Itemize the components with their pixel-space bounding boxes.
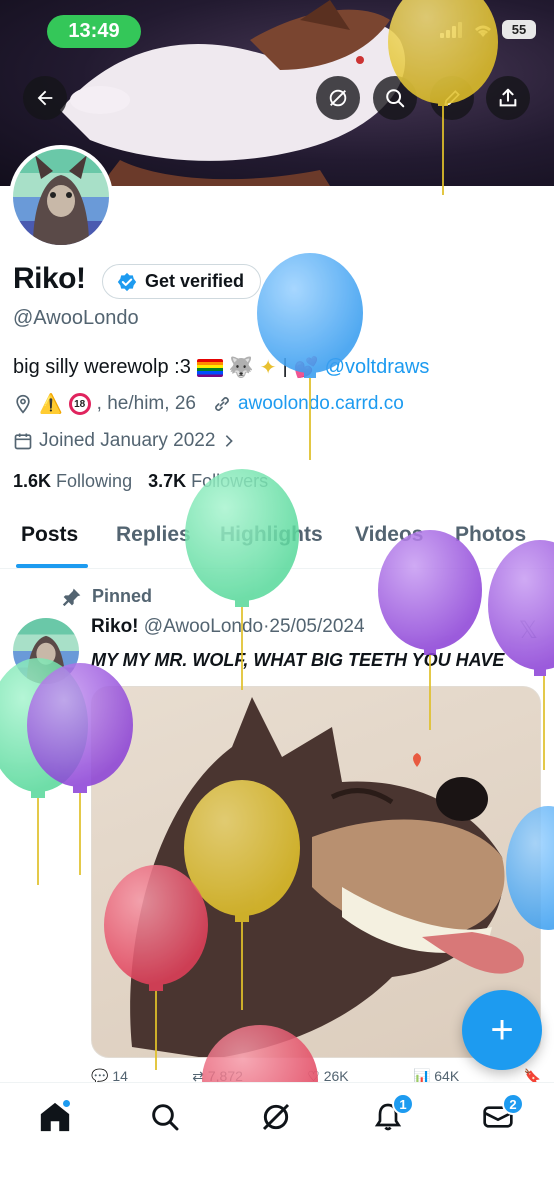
joined-text: Joined January 2022 (39, 430, 216, 451)
search-icon (386, 89, 405, 108)
get-verified-label: Get verified (145, 271, 245, 291)
post-author-handle[interactable]: @AwooLondo (144, 616, 263, 637)
nav-grok[interactable] (254, 1095, 298, 1139)
messages-badge: 2 (502, 1093, 524, 1115)
signal-icon (440, 21, 462, 38)
grok-button[interactable] (316, 76, 360, 120)
website-link[interactable]: awoolondo.carrd.co (238, 393, 404, 415)
tab-photos[interactable]: Photos (455, 515, 526, 569)
sparkles-emoji: ✦ (259, 357, 277, 379)
edit-button[interactable] (430, 76, 474, 120)
nav-messages[interactable]: 2 (476, 1093, 524, 1139)
tab-videos[interactable]: Videos (355, 515, 423, 569)
followers-stat[interactable]: 3.7K Followers (148, 471, 268, 492)
profile-meta: ⚠️ 18 , he/him, 26 awoolondo.carrd.co (13, 392, 404, 416)
post-author-name[interactable]: Riko! (91, 616, 139, 637)
nav-notifications[interactable]: 1 (366, 1093, 414, 1139)
no-under-18-emoji: 18 (68, 393, 91, 415)
post-header: Riko! @AwooLondo·25/05/2024 (91, 616, 365, 637)
verified-badge-icon (117, 272, 137, 291)
get-verified-button[interactable]: Get verified (102, 264, 262, 299)
x-logo-icon: 𝕏 (518, 617, 538, 644)
profile-handle: @AwooLondo (13, 307, 139, 329)
share-icon (499, 88, 517, 107)
status-time: 13:49 (47, 15, 141, 48)
pencil-icon (444, 90, 460, 106)
warning-emoji: ⚠️ (39, 394, 63, 415)
chevron-right-icon (226, 435, 234, 447)
pin-icon (62, 588, 81, 606)
nav-search[interactable] (143, 1095, 187, 1139)
back-button[interactable] (23, 76, 67, 120)
profile-name: Riko! (13, 262, 86, 295)
notifications-badge: 1 (392, 1093, 414, 1115)
follow-stats: 1.6K Following 3.7K Followers (13, 471, 268, 492)
avatar-image (13, 618, 79, 684)
grok-icon (262, 1103, 290, 1131)
pride-flag-emoji (196, 358, 223, 377)
tab-posts[interactable]: Posts (21, 515, 78, 569)
divider-pipe: | (282, 356, 288, 378)
profile-bio: big silly werewolp :3 🐺 ✦ | 💕 @voltdraws (13, 355, 429, 380)
post-text: MY MY MR. WOLF, WHAT BIG TEETH YOU HAVE (91, 650, 505, 670)
arrow-left-icon (37, 90, 53, 106)
location-text: , he/him, 26 (96, 393, 196, 414)
tab-replies[interactable]: Replies (116, 515, 191, 569)
following-stat[interactable]: 1.6K Following (13, 471, 132, 492)
nav-home[interactable] (33, 1095, 77, 1139)
avatar-image (13, 149, 109, 245)
hearts-emoji: 💕 (293, 357, 319, 379)
balloon-green-left (0, 658, 88, 885)
profile-avatar[interactable] (9, 145, 113, 249)
post-author-avatar[interactable] (13, 618, 79, 684)
share-button[interactable] (486, 76, 530, 120)
bio-text: big silly werewolp :3 (13, 356, 191, 378)
tab-highlights[interactable]: Highlights (220, 515, 323, 569)
active-tab-indicator (16, 564, 88, 568)
profile-tabs: Posts Replies Highlights Videos Photos (0, 515, 554, 569)
link-icon (215, 397, 229, 411)
pinned-label: Pinned (62, 586, 152, 607)
joined-row[interactable]: Joined January 2022 (13, 430, 237, 452)
battery-indicator: 55 (502, 20, 536, 39)
location-icon (16, 394, 30, 414)
bottom-navigation: 1 2 (0, 1082, 554, 1200)
grok-icon (329, 89, 347, 107)
calendar-icon (14, 433, 32, 450)
wifi-icon (475, 25, 491, 37)
search-icon (152, 1104, 179, 1131)
compose-post-button[interactable]: + (462, 990, 542, 1070)
post-date: 25/05/2024 (269, 616, 365, 637)
status-icons: 55 (440, 20, 536, 39)
wolf-emoji: 🐺 (228, 357, 254, 379)
home-unread-dot (62, 1099, 71, 1108)
bio-mention-link[interactable]: @voltdraws (325, 356, 430, 379)
search-profile-button[interactable] (373, 76, 417, 120)
